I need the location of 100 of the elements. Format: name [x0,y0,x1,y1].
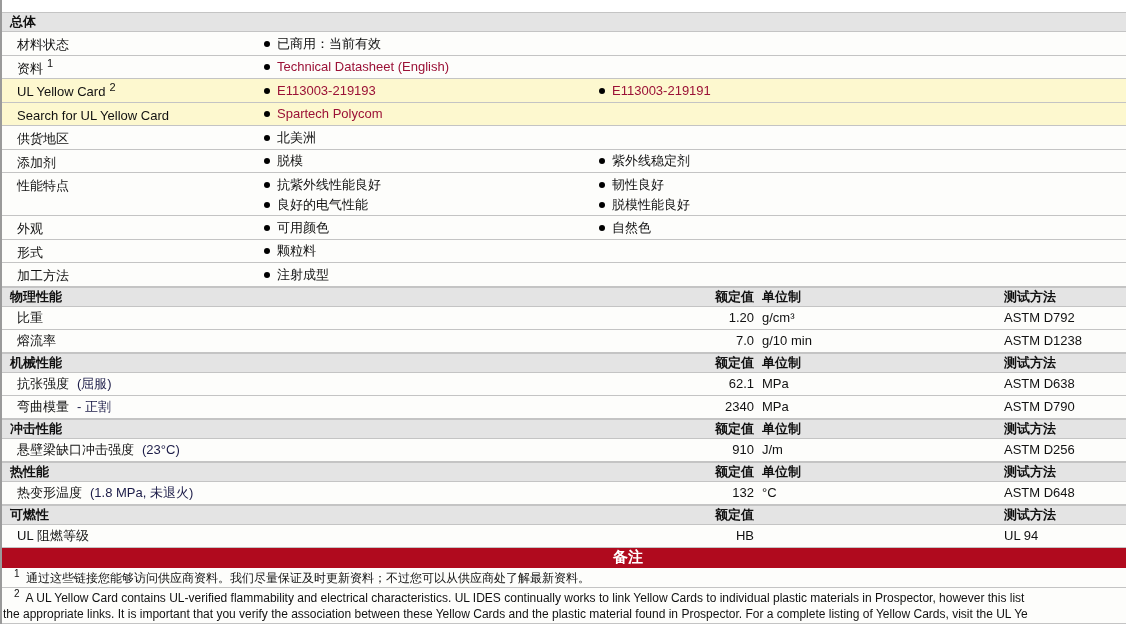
row-label: 外观 [17,221,43,236]
row-label: 供货地区 [17,131,69,146]
column-heading: 测试方法 [1004,354,1056,370]
row-label: 加工方法 [17,268,69,283]
column-heading: 额定值 [715,463,754,479]
value-text: 北美洲 [277,128,316,147]
test-method: ASTM D648 [1004,484,1075,500]
column-heading: 测试方法 [1004,288,1056,304]
property-name: 比重 [17,308,43,327]
value-text: 已商用：当前有效 [277,34,381,53]
property-name: 熔流率 [17,331,56,350]
column-heading: 额定值 [715,420,754,436]
value-text: 韧性良好 [612,175,664,194]
test-method: ASTM D1238 [1004,332,1083,348]
value-text: 自然色 [612,218,651,237]
column-heading: 测试方法 [1004,506,1056,522]
bullet-icon [264,40,270,47]
property-value: 1.20 [728,309,754,325]
column-heading: 单位制 [762,354,801,370]
value-text: 良好的电气性能 [277,195,368,214]
property-condition: (屈服) [77,374,112,393]
bullet-icon [264,248,270,254]
property-name: 热变形温度 [17,483,82,502]
property-unit: °C [762,484,777,500]
section-title: 可燃性 [10,506,49,522]
test-method: ASTM D256 [1004,441,1075,457]
property-name: 抗张强度 [17,374,69,393]
section-title: 机械性能 [10,354,62,370]
row-label: 添加剂 [17,154,56,170]
link[interactable]: Spartech Polycom [277,104,383,124]
footnote-mark: 1 [14,567,20,579]
bullet-icon [264,87,270,94]
link[interactable]: E113003-219193 [277,80,376,101]
value-text: 脱模性能良好 [612,195,690,214]
value-text: 脱模 [277,152,303,171]
bullet-icon [264,181,270,188]
property-value: 132 [732,484,754,500]
column-heading: 单位制 [762,288,801,304]
property-value: 7.0 [735,332,754,348]
property-unit: g/cm³ [762,309,795,325]
value-text: 可用颜色 [277,218,329,237]
test-method: UL 94 [1004,527,1039,543]
property-unit: g/10 min [762,332,812,348]
property-unit: MPa [762,398,789,414]
value-text: 颗粒料 [277,242,316,261]
value-text: 抗紫外线性能良好 [277,175,381,194]
test-method: ASTM D792 [1004,309,1075,325]
row-label: UL Yellow Card [17,84,106,99]
column-heading: 单位制 [762,420,801,436]
bullet-icon [264,158,270,164]
bullet-icon [599,224,605,231]
section-title: 冲击性能 [10,420,62,436]
notes-title: 备注 [613,547,643,568]
property-name: 悬壁梁缺口冲击强度 [17,440,134,459]
bullet-icon [264,134,270,141]
property-value: 2340 [725,398,754,414]
section-title: 热性能 [10,463,49,479]
column-heading: 单位制 [762,463,801,479]
bullet-icon [264,111,270,117]
bullet-icon [599,87,605,94]
bullet-icon [264,64,270,70]
value-text: 注射成型 [277,265,329,284]
bullet-icon [599,181,605,188]
bullet-icon [264,224,270,231]
property-value: 910 [732,441,754,457]
property-value: 62.1 [728,375,754,391]
property-name: UL 阻燃等级 [17,526,89,545]
row-label: 资料 [17,60,43,76]
value-text: 紫外线稳定剂 [612,152,690,171]
footnote-mark: 2 [14,587,20,599]
property-condition: (23°C) [142,440,180,459]
property-condition: - 正割 [77,397,111,416]
footnote-mark: 1 [47,57,54,69]
footnote-mark: 2 [109,80,116,93]
test-method: ASTM D638 [1004,375,1075,391]
row-label: 性能特点 [17,178,69,193]
column-heading: 测试方法 [1004,463,1056,479]
property-name: 弯曲模量 [17,397,69,416]
note-text: A UL Yellow Card contains UL-verified flammability and electrical characteristics. UL IDES continually works to link Yellow Cards to individual plastic materials in Prospector, however this list [25,590,1025,605]
link[interactable]: E113003-219191 [612,80,711,101]
property-condition: (1.8 MPa, 未退火) [90,483,194,502]
column-heading: 额定值 [715,288,754,304]
test-method: ASTM D790 [1004,398,1075,414]
bullet-icon [264,271,270,278]
property-unit: J/m [762,441,783,457]
row-label: 材料状态 [17,37,69,52]
bullet-icon [599,158,605,164]
column-heading: 额定值 [715,354,754,370]
property-unit: MPa [762,375,789,391]
row-label: 形式 [17,244,43,260]
column-heading: 测试方法 [1004,420,1056,436]
link[interactable]: Technical Datasheet (English) [277,57,449,77]
note-text: the appropriate links. It is important that you verify the association between these Yellow Cards and the plastic material found in Prospector. For a complete listing of Yellow Cards, visit the UL Ye [3,606,1028,621]
bullet-icon [599,201,605,208]
section-title: 物理性能 [10,288,62,304]
column-heading: 额定值 [715,506,754,522]
property-value: HB [735,527,754,543]
note-text: 通过这些链接您能够访问供应商资料。我们尽量保证及时更新资料；不过您可以从供应商处了解最新资料。 [25,570,590,585]
section-title: 总体 [10,14,36,30]
row-label: Search for UL Yellow Card [17,107,169,123]
